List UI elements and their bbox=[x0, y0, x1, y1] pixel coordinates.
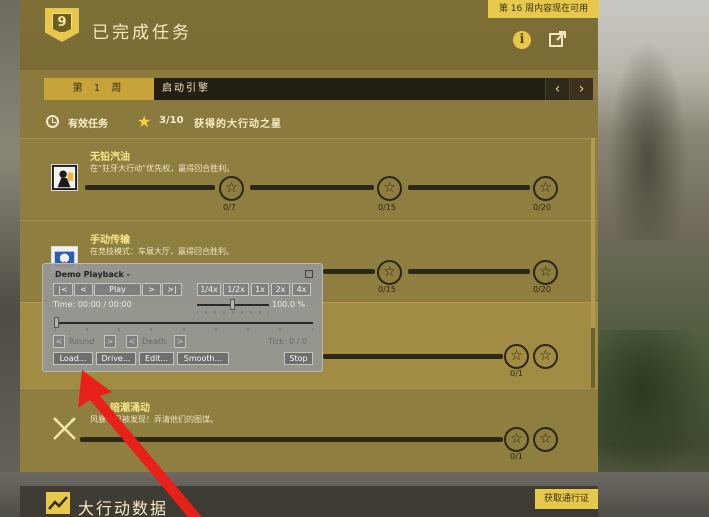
round-label: Round bbox=[69, 337, 95, 346]
mission-description: 在竞技模式：车展大厅，赢得回合胜利。 bbox=[90, 247, 234, 256]
stop-button[interactable]: Stop bbox=[284, 352, 313, 365]
time-readout: Time: 00:00 / 00:00 bbox=[53, 300, 132, 309]
progress-track bbox=[408, 185, 530, 190]
timeline-slider[interactable] bbox=[55, 322, 313, 324]
timeline-slider-thumb[interactable] bbox=[54, 317, 59, 328]
mission-row[interactable]: 无铅汽油 在“狂牙大行动”优先权，赢得回合胜利。 ☆ ☆ ☆ 0/7 0/15 … bbox=[20, 138, 598, 218]
level-badge: 9 bbox=[45, 8, 79, 42]
mission-title: 手动传输 bbox=[90, 235, 130, 246]
next-death-button[interactable]: > bbox=[174, 335, 186, 348]
go-start-button[interactable]: |< bbox=[53, 283, 73, 296]
progress-text: 0/20 bbox=[533, 285, 551, 294]
progress-track bbox=[250, 185, 374, 190]
step-back-button[interactable]: < bbox=[74, 283, 93, 296]
star-milestone-icon: ☆ bbox=[533, 344, 558, 369]
speed-slider-ticks bbox=[197, 311, 269, 314]
progress-text: 0/15 bbox=[378, 285, 396, 294]
get-pass-button[interactable]: 获取通行证 bbox=[535, 489, 598, 509]
step-forward-button[interactable]: > bbox=[142, 283, 161, 296]
next-round-button[interactable]: > bbox=[104, 335, 116, 348]
play-button[interactable]: Play bbox=[94, 283, 141, 296]
progress-track bbox=[323, 354, 503, 359]
speed-2x-button[interactable]: 2x bbox=[271, 283, 290, 296]
mission-description: 在“狂牙大行动”优先权，赢得回合胜利。 bbox=[90, 164, 235, 173]
star-milestone-icon: ☆ bbox=[377, 176, 402, 201]
page-title: 已完成任务 bbox=[92, 23, 192, 43]
prev-week-button[interactable]: ‹ bbox=[545, 78, 569, 100]
progress-text: 0/15 bbox=[378, 203, 396, 212]
demo-playback-window: Demo Playback - |< < Play > >| 1/4x 1/2x… bbox=[42, 263, 323, 372]
smooth-button[interactable]: Smooth... bbox=[177, 352, 229, 365]
background-left bbox=[0, 0, 20, 517]
star-milestone-icon: ☆ bbox=[504, 427, 529, 452]
prev-round-button[interactable]: < bbox=[53, 335, 65, 348]
week-selector: 第 1 周 启动引擎 ‹ › bbox=[44, 78, 593, 100]
star-milestone-icon: ☆ bbox=[219, 176, 244, 201]
info-icon[interactable]: i bbox=[513, 31, 531, 49]
timeline-ticks bbox=[55, 328, 313, 331]
star-milestone-icon: ☆ bbox=[533, 176, 558, 201]
new-week-notice[interactable]: 第 16 周内容现在可用 bbox=[488, 0, 599, 18]
demo-playback-title: Demo Playback - bbox=[55, 270, 130, 279]
speed-quarter-button[interactable]: 1/4x bbox=[197, 283, 221, 296]
mission-title: 无铅汽油 bbox=[90, 152, 130, 163]
star-milestone-icon: ☆ bbox=[533, 260, 558, 285]
close-icon[interactable] bbox=[305, 270, 313, 278]
load-button[interactable]: Load... bbox=[53, 352, 93, 365]
progress-track bbox=[323, 269, 375, 274]
progress-track bbox=[408, 269, 530, 274]
edit-button[interactable]: Edit... bbox=[139, 352, 174, 365]
prev-death-button[interactable]: < bbox=[126, 335, 138, 348]
speed-4x-button[interactable]: 4x bbox=[292, 283, 311, 296]
progress-text: 0/1 bbox=[510, 369, 523, 378]
speed-1x-button[interactable]: 1x bbox=[251, 283, 269, 296]
red-arrow-annotation bbox=[78, 370, 202, 517]
progress-text: 0/1 bbox=[510, 452, 523, 461]
progress-track bbox=[85, 185, 215, 190]
star-milestone-icon: ☆ bbox=[533, 427, 558, 452]
progress-text: 0/20 bbox=[533, 203, 551, 212]
death-label: Death bbox=[142, 337, 167, 346]
speed-slider-thumb[interactable] bbox=[230, 299, 235, 310]
speed-half-button[interactable]: 1/2x bbox=[223, 283, 249, 296]
drive-button[interactable]: Drive... bbox=[96, 352, 136, 365]
stars-label: 获得的大行动之星 bbox=[194, 119, 282, 130]
star-icon: ★ bbox=[137, 112, 152, 131]
speed-percent: 100.0 % bbox=[272, 300, 306, 309]
week-tab[interactable]: 第 1 周 bbox=[44, 78, 154, 100]
star-milestone-icon: ☆ bbox=[377, 260, 402, 285]
level-number: 9 bbox=[52, 13, 72, 33]
star-milestone-icon: ☆ bbox=[504, 344, 529, 369]
external-link-icon[interactable] bbox=[548, 29, 568, 49]
progress-text: 0/7 bbox=[223, 203, 236, 212]
next-week-button[interactable]: › bbox=[569, 78, 593, 100]
tick-readout: Tick: 0 / 0 bbox=[268, 337, 308, 346]
stars-count: 3/10 bbox=[159, 115, 184, 126]
mission-icon bbox=[51, 164, 78, 191]
go-end-button[interactable]: >| bbox=[162, 283, 182, 296]
scrollbar-thumb[interactable] bbox=[591, 138, 595, 328]
clock-icon bbox=[46, 115, 59, 128]
background-right bbox=[598, 0, 709, 517]
active-missions-label: 有效任务 bbox=[68, 119, 108, 130]
week-name: 启动引擎 bbox=[162, 83, 210, 94]
